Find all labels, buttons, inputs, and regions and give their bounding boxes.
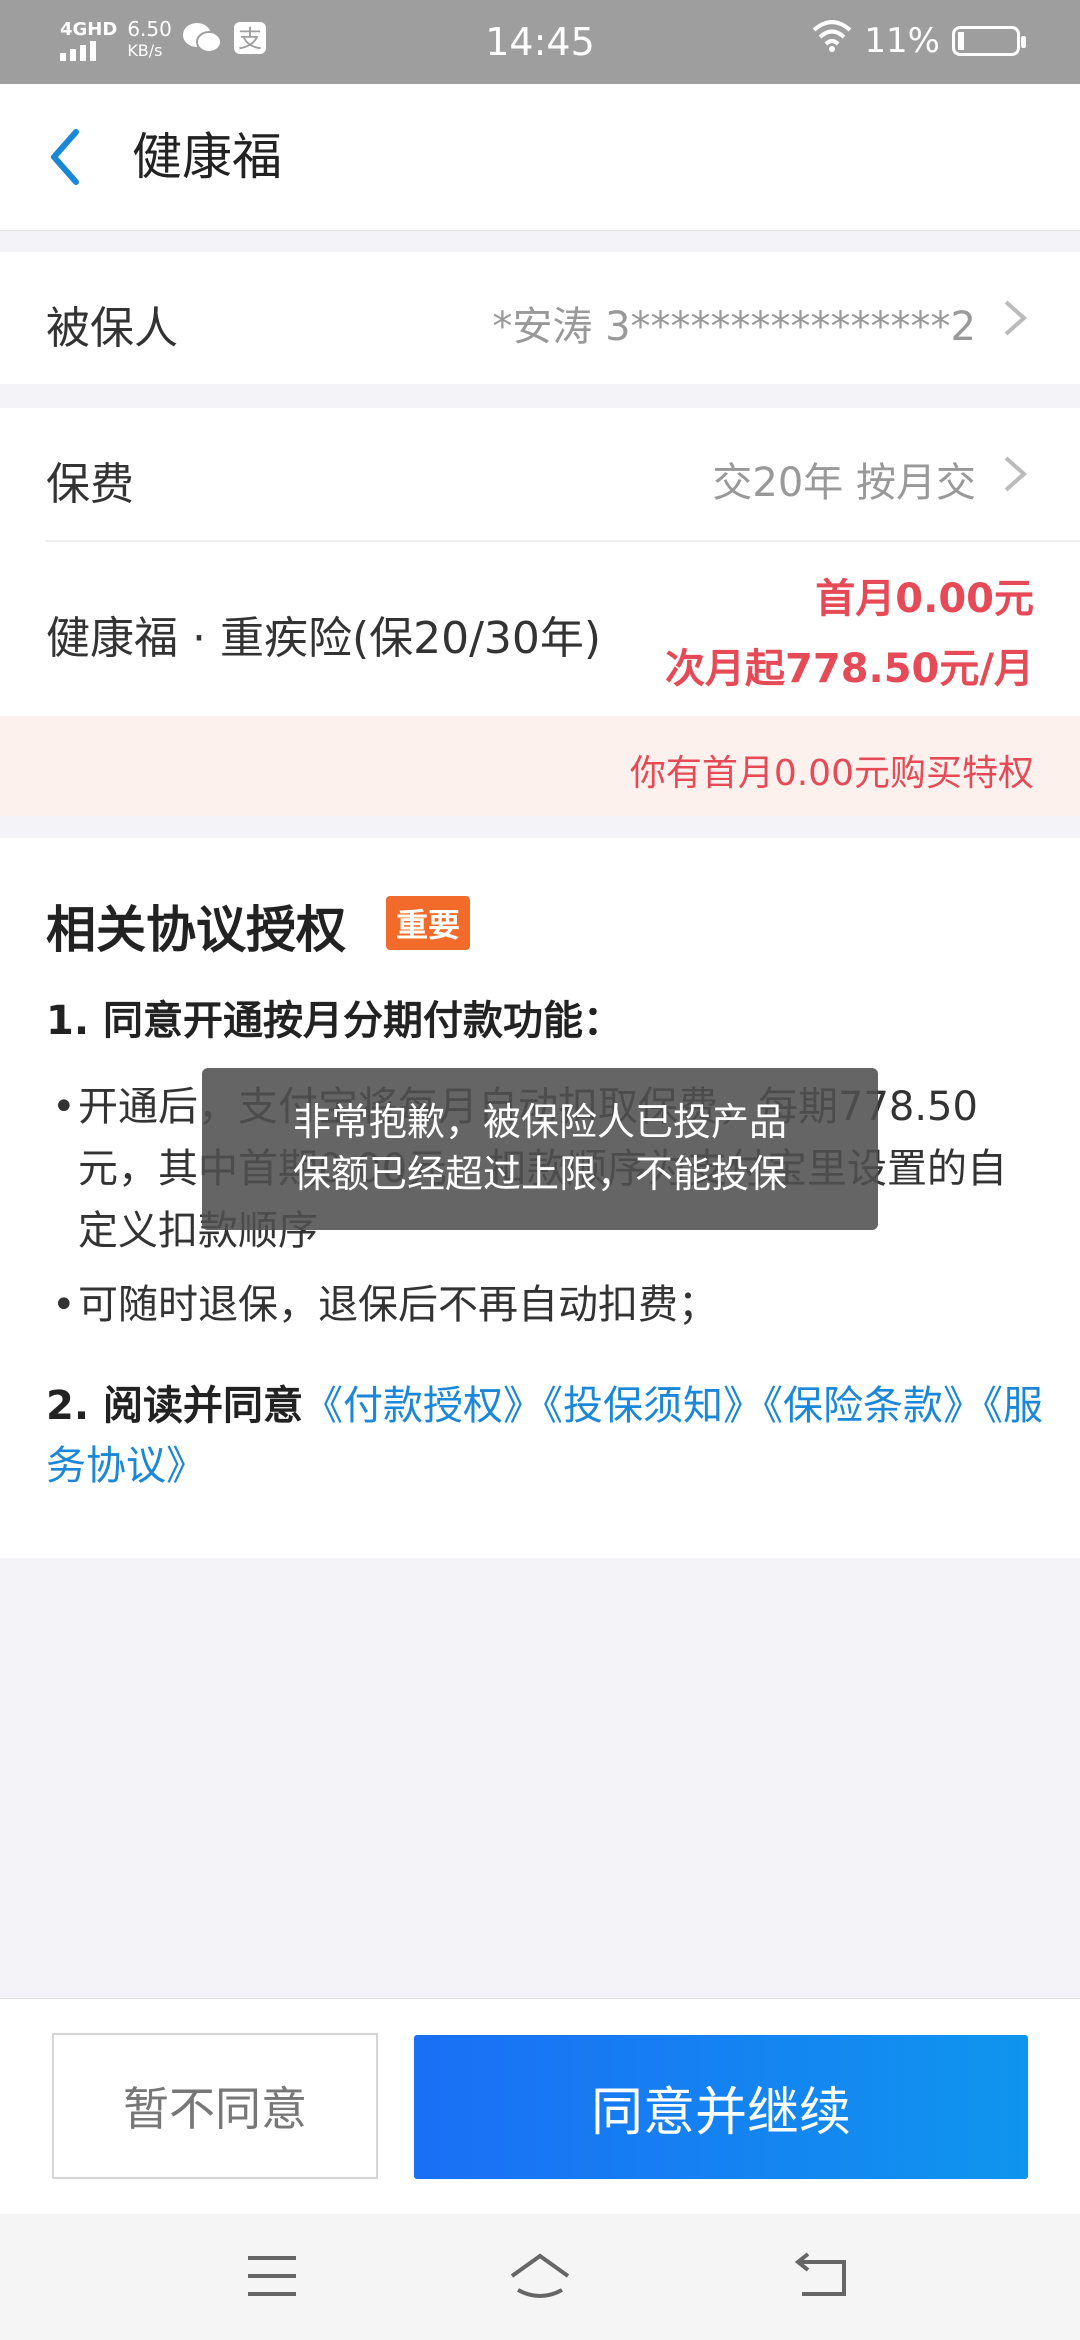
agreement-bullet-2: • 可随时退保，退保后不再自动扣费； [52, 1274, 1032, 1336]
divider [46, 540, 1080, 542]
back-nav-icon[interactable] [794, 2250, 850, 2302]
premium-row[interactable]: 保费 交20年 按月交 [0, 408, 1080, 540]
first-month-price: 首月0.00元 [815, 576, 1034, 622]
link-insurance-terms[interactable]: 《保险条款》 [763, 1383, 983, 1429]
status-bar: 4GHD 6.50 KB/s 支 14:45 11% [0, 0, 1080, 84]
wifi-icon [812, 20, 852, 61]
back-icon[interactable] [42, 124, 92, 190]
next-month-price: 次月起778.50元/月 [665, 646, 1034, 692]
toast-line-2: 保额已经超过上限，不能投保 [292, 1152, 787, 1196]
agreement-title: 相关协议授权 [46, 901, 346, 959]
insured-value: *安涛 3****************2 [492, 304, 976, 350]
insured-label: 被保人 [46, 303, 178, 354]
chevron-right-icon [1002, 454, 1028, 494]
battery-icon [952, 25, 1026, 56]
link-payment-authorization[interactable]: 《付款授权》 [303, 1383, 543, 1429]
insured-row[interactable]: 被保人 *安涛 3****************2 [0, 252, 1080, 384]
menu-icon[interactable] [244, 2250, 300, 2302]
chevron-right-icon [1002, 298, 1028, 338]
promo-banner: 你有首月0.00元购买特权 [0, 716, 1080, 816]
system-nav-bar [0, 2214, 1080, 2340]
bullet-dot: • [52, 1282, 76, 1328]
action-bar: 暂不同意 同意并继续 [0, 1998, 1080, 2215]
premium-section: 保费 交20年 按月交 健康福 · 重疾险(保20/30年) 首月0.00元 次… [0, 408, 1080, 716]
agreement-item-2: 2. 阅读并同意《付款授权》《投保须知》《保险条款》《服务协议》 [46, 1376, 1046, 1496]
home-icon[interactable] [508, 2250, 572, 2302]
agree-continue-button[interactable]: 同意并继续 [414, 2035, 1028, 2179]
bullet-dot: • [52, 1084, 76, 1130]
link-insurance-notice[interactable]: 《投保须知》 [543, 1383, 763, 1429]
nav-bar: 健康福 [0, 84, 1080, 231]
page-title: 健康福 [132, 128, 282, 186]
agreement-item-2-prefix: 2. 阅读并同意 [46, 1383, 303, 1429]
product-name: 健康福 · 重疾险(保20/30年) [46, 613, 602, 664]
agreement-item-1-title: 1. 同意开通按月分期付款功能： [46, 998, 623, 1044]
status-right: 11% [812, 20, 1026, 61]
decline-button[interactable]: 暂不同意 [52, 2033, 378, 2179]
premium-value: 交20年 按月交 [712, 460, 976, 506]
error-toast: 非常抱歉，被保险人已投产品 保额已经超过上限，不能投保 [202, 1068, 878, 1230]
promo-text: 你有首月0.00元购买特权 [629, 753, 1034, 794]
battery-text: 11% [864, 20, 940, 61]
toast-line-1: 非常抱歉，被保险人已投产品 [292, 1100, 787, 1144]
premium-label: 保费 [46, 459, 134, 510]
important-badge: 重要 [386, 896, 471, 950]
